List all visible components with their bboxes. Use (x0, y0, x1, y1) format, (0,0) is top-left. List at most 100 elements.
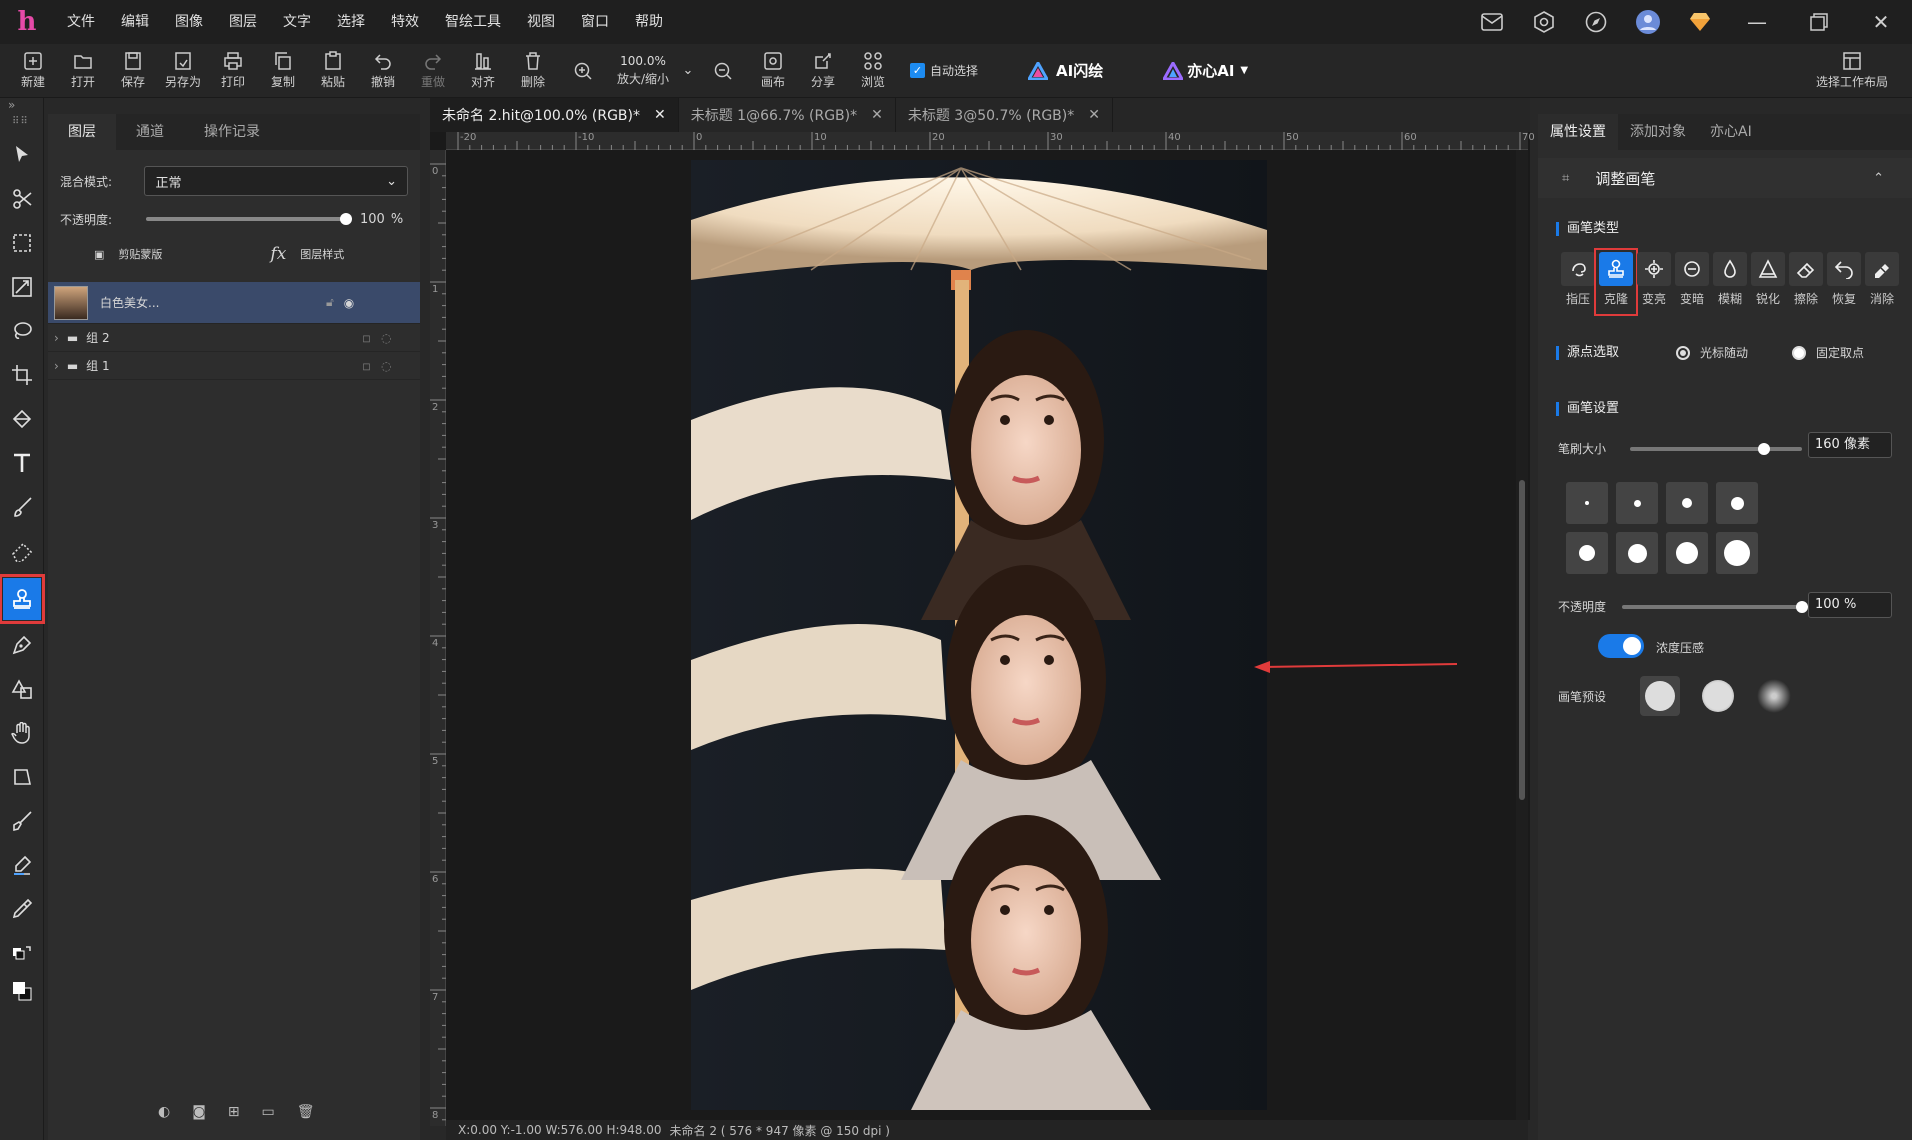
tab-layers[interactable]: 图层 (48, 114, 116, 150)
adjust-brush-header[interactable]: ⌗ 调整画笔 ⌃ (1538, 158, 1912, 198)
yixin-ai-button[interactable]: 亦心AI ▼ (1163, 60, 1248, 81)
blend-mode-select[interactable]: 正常 ⌄ (144, 166, 408, 196)
smart-select-tool-icon[interactable] (6, 270, 38, 304)
layer-style-button[interactable]: 图层样式 (300, 246, 344, 262)
open-button[interactable]: 打开 (58, 44, 108, 98)
mail-icon[interactable] (1466, 0, 1518, 44)
eye-hidden-icon[interactable]: ◌ (381, 359, 391, 373)
layer-row[interactable]: › ▬ 组 2 ◽ ◌ (48, 324, 420, 352)
source-option-cursor[interactable]: 光标随动 (1676, 344, 1748, 361)
zoom-control[interactable]: 100.0% 放大/缩小 (608, 44, 678, 98)
doc-tab[interactable]: 未标题 3@50.7% (RGB)* ✕ (896, 98, 1113, 132)
lock-icon[interactable]: ◽ (362, 359, 371, 373)
transform-tool-icon[interactable] (6, 760, 38, 794)
brush-type-darken[interactable]: 变暗 (1674, 252, 1710, 310)
pen-tool-icon[interactable] (6, 628, 38, 662)
close-tab-icon[interactable]: ✕ (1088, 107, 1100, 123)
swap-colors-icon[interactable] (6, 936, 38, 970)
zoom-out-button[interactable] (698, 44, 748, 98)
brush-type-blur[interactable]: 模糊 (1712, 252, 1748, 310)
brush-type-erase[interactable]: 擦除 (1788, 252, 1824, 310)
menu-item[interactable]: 图层 (216, 0, 270, 44)
canvas-image[interactable] (691, 160, 1267, 1110)
collapse-chevron-icon[interactable]: ⌃ (1873, 171, 1884, 186)
doc-tab[interactable]: 未标题 1@66.7% (RGB)* ✕ (679, 98, 896, 132)
delete-layer-icon[interactable]: 🗑︎ (297, 1104, 315, 1120)
brush-type-clone[interactable]: 克隆 (1594, 248, 1638, 316)
brush-size-preset[interactable] (1716, 482, 1758, 524)
new-layer-icon[interactable]: ⊞ (228, 1104, 240, 1120)
preset-soft[interactable] (1754, 676, 1794, 716)
mask-icon[interactable]: ◙ (192, 1104, 206, 1120)
brush-size-preset[interactable] (1716, 532, 1758, 574)
menu-item[interactable]: 智绘工具 (432, 0, 514, 44)
tab-channels[interactable]: 通道 (116, 114, 184, 150)
cutout-tool-icon[interactable] (6, 182, 38, 216)
vertical-scrollbar-thumb[interactable] (1519, 480, 1525, 800)
marquee-tool-icon[interactable] (6, 226, 38, 260)
save-button[interactable]: 保存 (108, 44, 158, 98)
source-option-fixed[interactable]: 固定取点 (1792, 344, 1864, 361)
brush-opacity-input[interactable]: 100 % (1808, 592, 1892, 618)
menu-item[interactable]: 文字 (270, 0, 324, 44)
auto-select-checkbox[interactable]: ✓ 自动选择 (910, 62, 978, 79)
lock-icon[interactable]: 🔓︎ (326, 295, 334, 310)
layer-row[interactable]: › ▬ 组 1 ◽ ◌ (48, 352, 420, 380)
clip-mask-icon[interactable]: ▣ (94, 248, 104, 261)
text-tool-icon[interactable] (6, 446, 38, 480)
menu-item[interactable]: 特效 (378, 0, 432, 44)
restore-icon[interactable] (1788, 0, 1850, 44)
eye-hidden-icon[interactable]: ◌ (381, 331, 391, 345)
brush-size-preset[interactable] (1666, 482, 1708, 524)
doc-tab-active[interactable]: 未命名 2.hit@100.0% (RGB)* ✕ (430, 98, 679, 132)
move-tool-icon[interactable] (6, 138, 38, 172)
layer-row[interactable]: 白色美女... 🔓︎ ◉ (48, 282, 420, 324)
brush-type-lighten[interactable]: 变亮 (1636, 252, 1672, 310)
brush-tool-icon[interactable] (6, 490, 38, 524)
mosaic-eraser-tool-icon[interactable] (6, 534, 38, 568)
crop-tool-icon[interactable] (6, 358, 38, 392)
fx-icon[interactable]: fx (270, 244, 286, 264)
close-tab-icon[interactable]: ✕ (654, 107, 666, 123)
menu-item[interactable]: 编辑 (108, 0, 162, 44)
opacity-slider-knob[interactable] (340, 213, 352, 225)
pressure-toggle[interactable] (1598, 634, 1644, 658)
vertical-scrollbar[interactable] (1516, 150, 1528, 1120)
brush-size-knob[interactable] (1758, 443, 1771, 455)
adjustment-icon[interactable]: ◐ (158, 1104, 170, 1120)
highlighter-tool-icon[interactable] (6, 848, 38, 882)
hand-tool-icon[interactable] (6, 716, 38, 750)
zoom-in-button[interactable] (558, 44, 608, 98)
menu-item[interactable]: 图像 (162, 0, 216, 44)
clip-mask-button[interactable]: 剪贴蒙版 (118, 246, 162, 262)
brush-size-preset[interactable] (1566, 532, 1608, 574)
redo-button[interactable]: 重做 (408, 44, 458, 98)
compass-icon[interactable] (1570, 0, 1622, 44)
align-button[interactable]: 对齐 (458, 44, 508, 98)
collapse-arrows-icon[interactable]: » (8, 98, 15, 112)
tab-properties[interactable]: 属性设置 (1538, 114, 1618, 150)
lasso-tool-icon[interactable] (6, 314, 38, 348)
menu-item[interactable]: 视图 (514, 0, 568, 44)
workspace-layout-button[interactable]: 选择工作布局 (1812, 44, 1892, 98)
save-as-button[interactable]: 另存为 (158, 44, 208, 98)
brush-size-preset[interactable] (1666, 532, 1708, 574)
brush-type-pressure[interactable]: 指压 (1560, 252, 1596, 310)
menu-item[interactable]: 窗口 (568, 0, 622, 44)
ai-flash-button[interactable]: AI闪绘 (1028, 60, 1103, 81)
copy-button[interactable]: 复制 (258, 44, 308, 98)
brush-size-preset[interactable] (1616, 532, 1658, 574)
share-button[interactable]: 分享 (798, 44, 848, 98)
preset-hard[interactable] (1640, 676, 1680, 716)
brush-type-remove[interactable]: 消除 (1864, 252, 1900, 310)
lock-icon[interactable]: ◽ (362, 331, 371, 345)
eye-icon[interactable]: ◉ (344, 296, 354, 310)
print-button[interactable]: 打印 (208, 44, 258, 98)
expand-arrow-icon[interactable]: › (54, 331, 59, 345)
brush-type-restore[interactable]: 恢复 (1826, 252, 1862, 310)
opacity-slider[interactable] (146, 213, 352, 225)
vip-gem-icon[interactable] (1674, 0, 1726, 44)
clone-stamp-tool-icon[interactable] (0, 574, 45, 624)
user-avatar[interactable] (1622, 0, 1674, 44)
brush-size-preset[interactable] (1616, 482, 1658, 524)
